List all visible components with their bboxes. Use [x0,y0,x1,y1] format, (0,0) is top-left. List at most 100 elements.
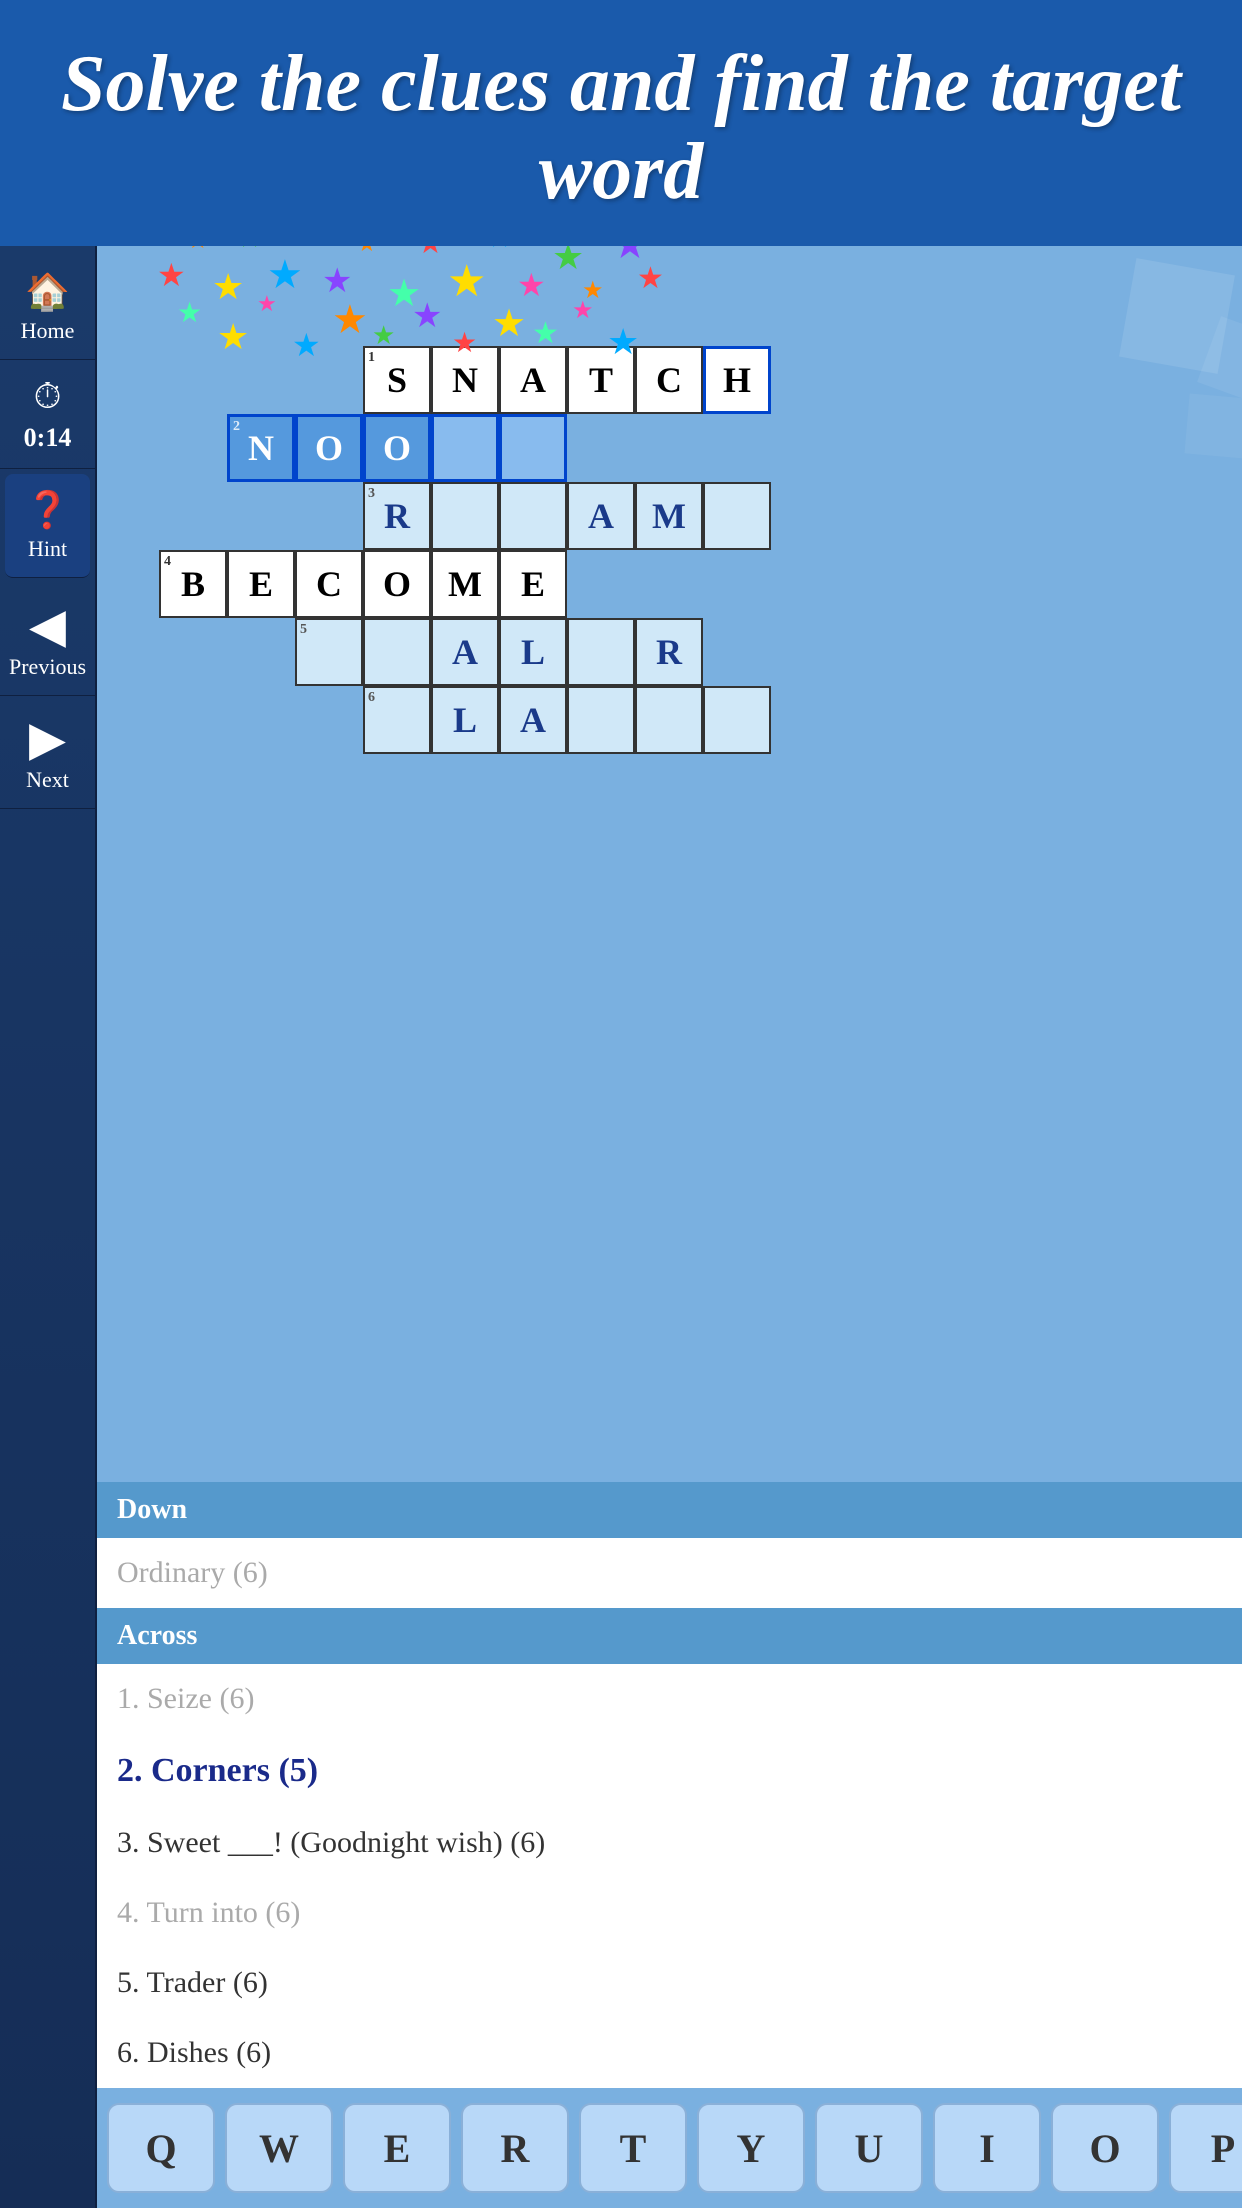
cell-r5c2[interactable] [363,618,431,686]
star-20: ★ [257,291,277,317]
cell-r6c6[interactable] [635,686,703,754]
cell-r3c3[interactable] [431,482,499,550]
clue-across-2[interactable]: 2. Corners (5) [97,1734,1242,1808]
sidebar-item-next[interactable]: ▶ Next [0,696,95,809]
cell-r5c6[interactable]: R [635,618,703,686]
star-26: ★ [492,301,526,346]
cell-r4c-1[interactable]: 4 B [159,550,227,618]
clue-across-5-text: Trader (6) [146,1966,267,1999]
next-icon: ▶ [29,711,66,767]
cell-r3c4[interactable] [499,482,567,550]
cell-r1c3[interactable]: N [431,346,499,414]
clue-across-2-num: 2. [117,1752,143,1789]
clue-across-3-num: 3. [117,1826,140,1859]
across-section-header: Across [97,1608,1242,1664]
cell-r6c3[interactable]: L [431,686,499,754]
cell-r5c1[interactable]: 5 [295,618,363,686]
star-1: ★ [157,256,186,294]
star-3: ★ [212,266,244,308]
cell-r5c4[interactable]: L [499,618,567,686]
key-u[interactable]: U [815,2103,923,2193]
clue-across-4-text: Turn into (6) [146,1896,300,1929]
clue-across-3[interactable]: 3. Sweet ___! (Goodnight wish) (6) [97,1808,1242,1878]
star-16: ★ [612,246,648,268]
key-y[interactable]: Y [697,2103,805,2193]
cell-r3c2[interactable]: 3 R [363,482,431,550]
next-label: Next [26,767,69,793]
timer-value: 0:14 [24,423,72,453]
cell-r2c2[interactable]: O [363,414,431,482]
star-10: ★ [417,246,444,261]
star-14: ★ [552,246,584,278]
hint-icon: ❓ [25,489,70,531]
cell-r3c6[interactable]: M [635,482,703,550]
star-11: ★ [447,256,486,307]
star-13: ★ [517,266,546,304]
cell-r5c3[interactable]: A [431,618,499,686]
star-17: ★ [637,261,664,296]
sidebar-item-hint[interactable]: ❓ Hint [5,474,90,578]
cell-r4c2[interactable]: O [363,550,431,618]
key-p[interactable]: P [1169,2103,1242,2193]
cell-r6c4[interactable]: A [499,686,567,754]
clue-across-6-text: Dishes (6) [147,2036,271,2069]
star-2: ★ [187,246,209,255]
cell-r4c3[interactable]: M [431,550,499,618]
sidebar-item-previous[interactable]: ◀ Previous [0,583,95,696]
key-q[interactable]: Q [107,2103,215,2193]
cell-r4c1[interactable]: C [295,550,363,618]
cell-r3c5[interactable]: A [567,482,635,550]
down-section-header: Down [97,1482,1242,1538]
home-label: Home [21,318,75,344]
cell-r4c4[interactable]: E [499,550,567,618]
clue-across-3-text: Sweet ___! (Goodnight wish) (6) [147,1826,545,1859]
sidebar: 🏠 Home ⏱ 0:14 ❓ Hint ◀ Previous ▶ Next [0,246,97,2208]
clue-across-5[interactable]: 5. Trader (6) [97,1948,1242,2018]
cell-r1c4[interactable]: A [499,346,567,414]
sidebar-item-timer: ⏱ 0:14 [0,360,95,469]
previous-icon: ◀ [29,598,66,654]
cell-r6c7[interactable] [703,686,771,754]
clue-across-1-text: Seize (6) [147,1682,254,1715]
star-9: ★ [387,271,421,316]
star-12: ★ [487,246,512,255]
key-i[interactable]: I [933,2103,1041,2193]
cell-r1c6[interactable]: C [635,346,703,414]
cell-r3c7[interactable] [703,482,771,550]
clues-panel: Down Ordinary (6) Across 1. Seize (6) 2.… [97,1482,1242,2088]
key-e[interactable]: E [343,2103,451,2193]
clue-down-1[interactable]: Ordinary (6) [97,1538,1242,1608]
cell-r2c0[interactable]: 2 N [227,414,295,482]
star-5: ★ [267,251,303,298]
cell-r1c5[interactable]: T [567,346,635,414]
cell-r1c7[interactable]: H [703,346,771,414]
clue-across-4[interactable]: 4. Turn into (6) [97,1878,1242,1948]
clue-down-1-text: Ordinary (6) [117,1556,268,1589]
home-icon: 🏠 [25,271,70,313]
cell-r2c1[interactable]: O [295,414,363,482]
cell-r1c2[interactable]: 1 S [363,346,431,414]
key-w[interactable]: W [225,2103,333,2193]
clue-across-1[interactable]: 1. Seize (6) [97,1664,1242,1734]
cell-r2c3[interactable] [431,414,499,482]
previous-label: Previous [9,654,86,680]
cell-r5c5[interactable] [567,618,635,686]
clue-across-2-text: Corners (5) [151,1752,318,1789]
keyboard: Q W E R T Y U I O P [97,2088,1242,2208]
star-22: ★ [332,296,368,343]
cell-r4c0[interactable]: E [227,550,295,618]
key-o[interactable]: O [1051,2103,1159,2193]
main-panel: ★ ★ ★ ★ ★ ★ ★ ★ ★ ★ ★ ★ ★ ★ ★ ★ ★ [97,246,1242,2208]
header: Solve the clues and find the target word [0,0,1242,246]
crossword-area: ★ ★ ★ ★ ★ ★ ★ ★ ★ ★ ★ ★ ★ ★ ★ ★ ★ [97,246,1242,1482]
crossword-grid: 1 S N A T C H [227,346,887,906]
sidebar-item-home[interactable]: 🏠 Home [0,256,95,360]
key-t[interactable]: T [579,2103,687,2193]
cell-r2c4[interactable] [499,414,567,482]
key-r[interactable]: R [461,2103,569,2193]
clue-across-6[interactable]: 6. Dishes (6) [97,2018,1242,2088]
cell-r6c5[interactable] [567,686,635,754]
cell-r6c2[interactable]: 6 [363,686,431,754]
star-8: ★ [357,246,377,257]
star-7: ★ [322,261,352,301]
